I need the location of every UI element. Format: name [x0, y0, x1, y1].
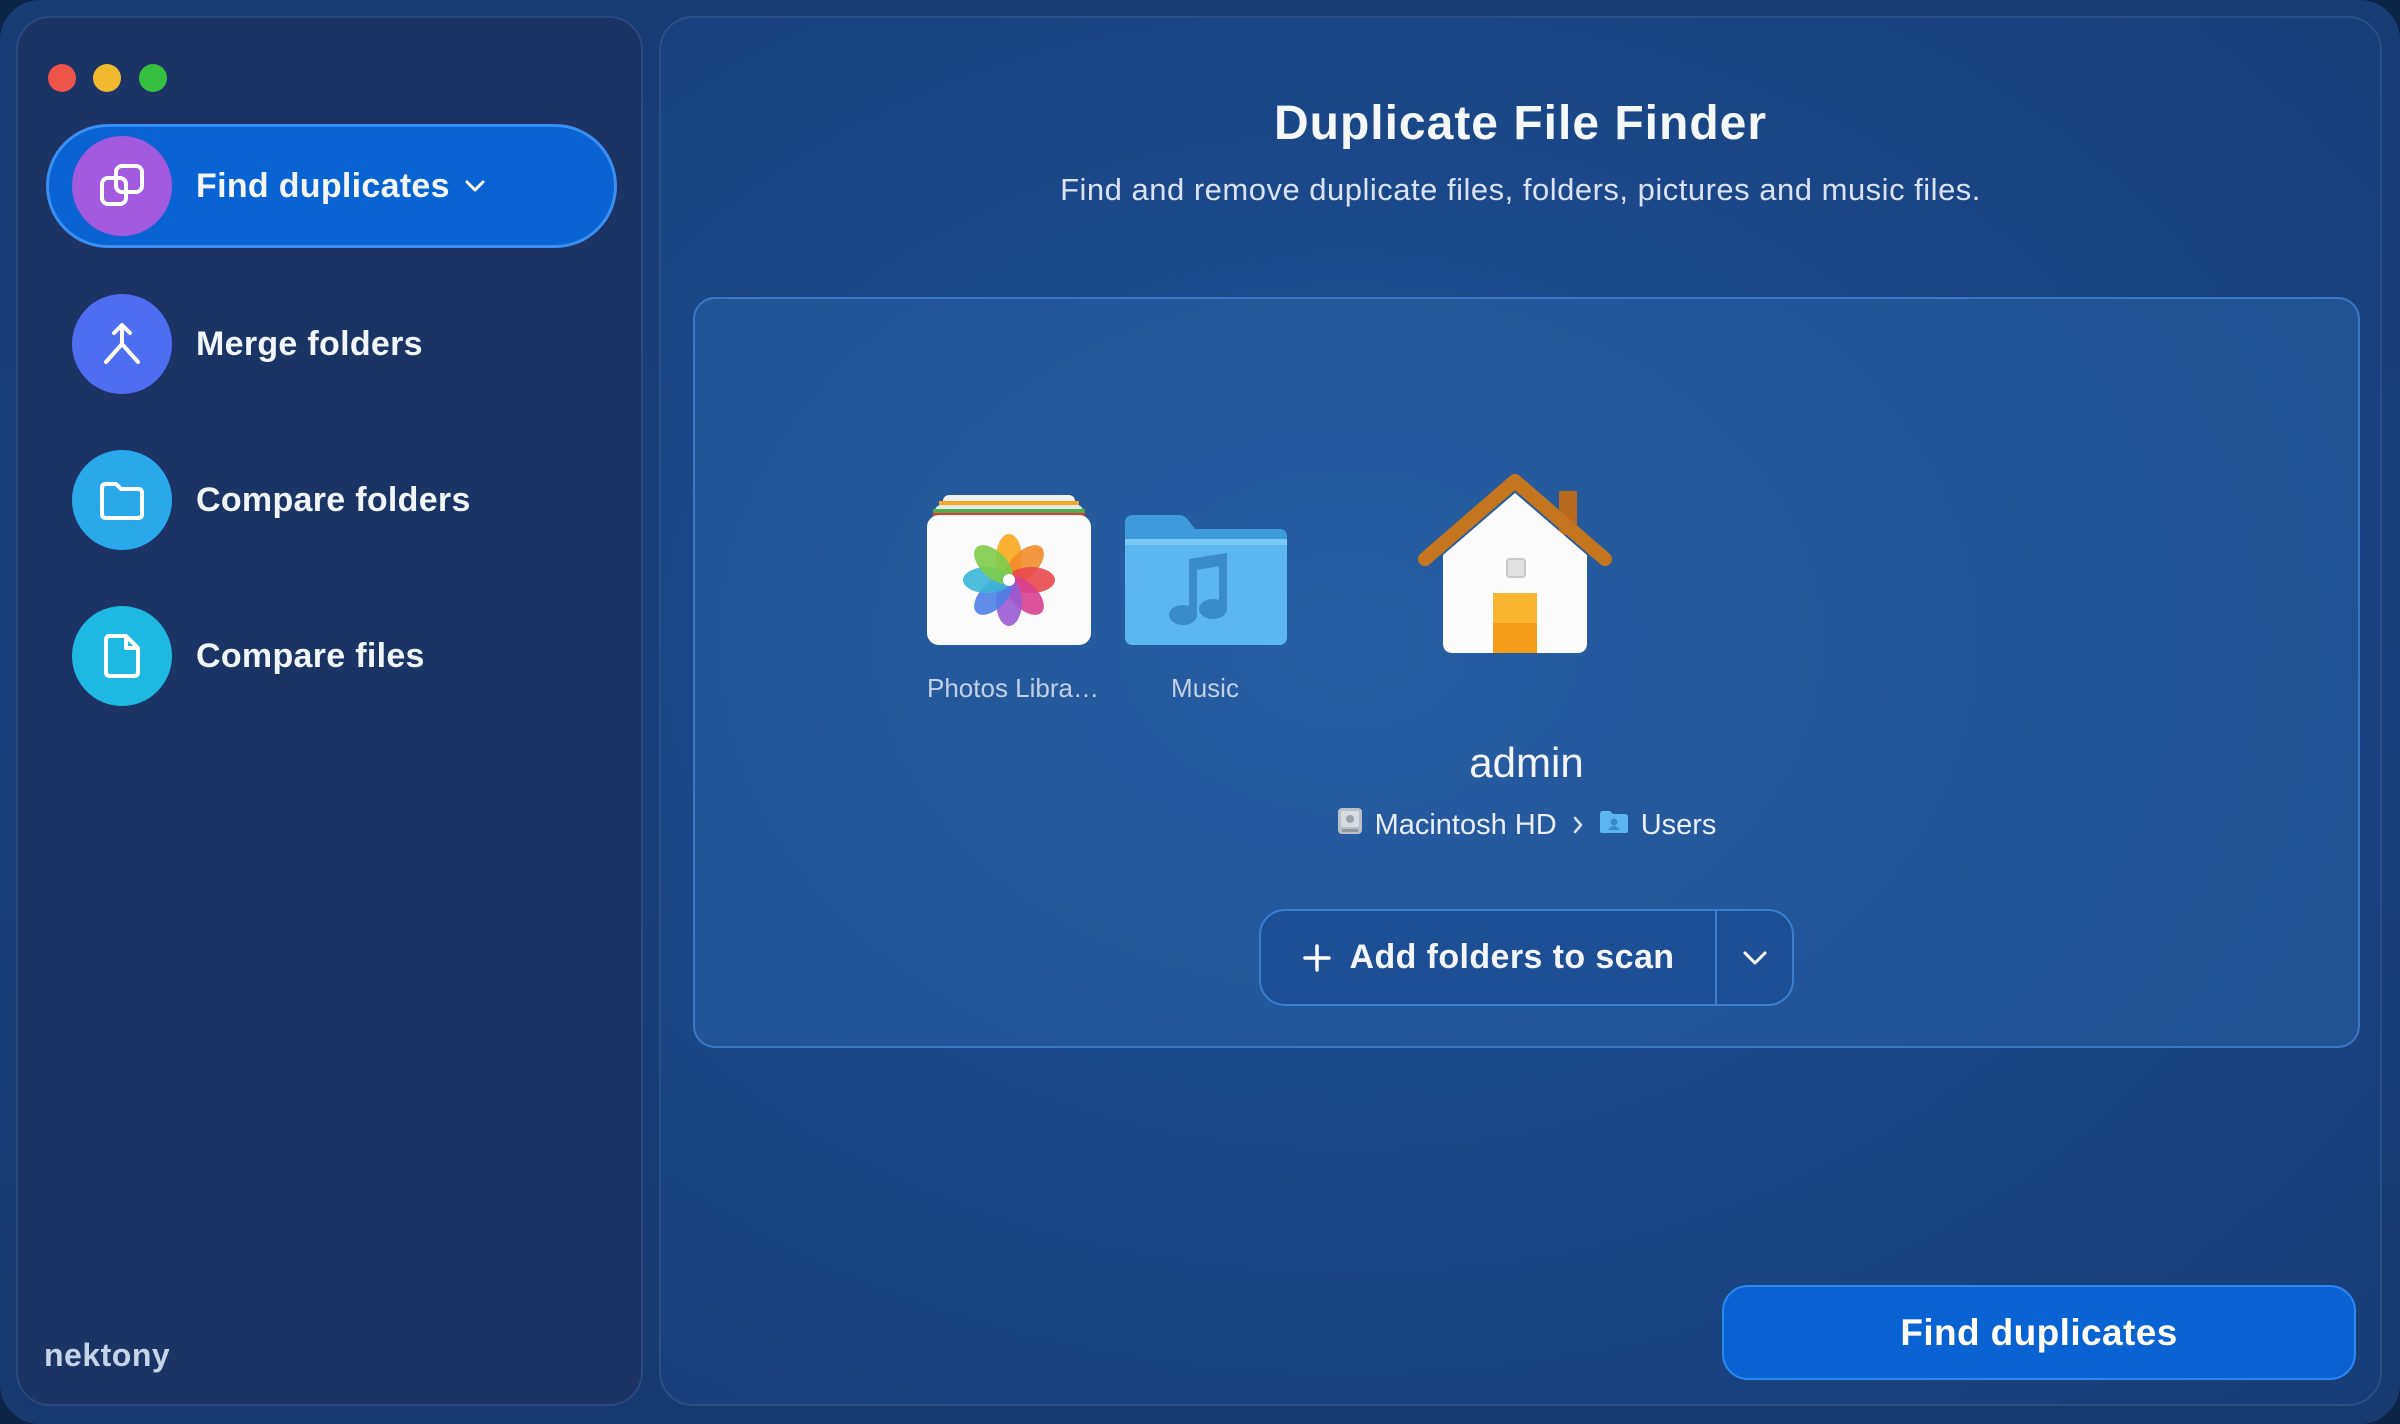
close-window-button[interactable] [48, 64, 76, 92]
chevron-down-icon [1741, 949, 1769, 967]
merge-icon [72, 294, 172, 394]
folder-caption: Photos Libra… [927, 673, 1099, 703]
music-folder-icon [1121, 513, 1291, 647]
folder-caption: Music [1171, 673, 1239, 703]
breadcrumb-label: Macintosh HD [1374, 808, 1557, 841]
sidebar-item-label: Compare folders [196, 480, 471, 519]
folder-item-music[interactable]: Music [1095, 495, 1315, 715]
add-folders-label: Add folders to scan [1349, 938, 1675, 976]
sidebar-item-compare-folders[interactable]: Compare folders [46, 438, 617, 562]
sidebar-item-merge-folders[interactable]: Merge folders [46, 282, 617, 406]
folder-item-photos[interactable]: Photos Libra… [903, 495, 1123, 715]
page-subtitle: Find and remove duplicate files, folders… [1060, 172, 1981, 207]
zoom-window-button[interactable] [139, 64, 167, 92]
sidebar-item-label: Find duplicates [196, 166, 450, 205]
breadcrumb: Macintosh HD Users [695, 807, 2358, 843]
scan-panel: Photos Libra… Music admin Macintosh HD U… [693, 297, 2360, 1048]
hard-drive-icon [1337, 807, 1363, 843]
breadcrumb-item[interactable]: Users [1599, 808, 1717, 842]
copy-icon [72, 136, 172, 236]
scan-target-name: admin [1469, 739, 1584, 786]
photos-library-icon [923, 495, 1095, 647]
app-window: Find duplicates Merge folders Compare fo… [0, 0, 2400, 1424]
minimize-window-button[interactable] [93, 64, 121, 92]
sidebar-item-label: Merge folders [196, 324, 423, 363]
sidebar-item-find-duplicates[interactable]: Find duplicates [46, 124, 617, 248]
file-icon [72, 606, 172, 706]
add-folders-dropdown-button[interactable] [1717, 911, 1792, 1004]
breadcrumb-item[interactable]: Macintosh HD [1337, 807, 1557, 843]
folder-icon [72, 450, 172, 550]
folder-item-home[interactable] [1415, 463, 1615, 663]
brand-logo: nektony [44, 1337, 171, 1373]
plus-icon [1302, 943, 1332, 973]
breadcrumb-label: Users [1640, 808, 1717, 841]
find-duplicates-button[interactable]: Find duplicates [1722, 1285, 2356, 1380]
home-folder-icon [1415, 463, 1615, 663]
page-title: Duplicate File Finder [1273, 97, 1768, 150]
sidebar-item-label: Compare files [196, 636, 425, 675]
chevron-right-icon [1571, 815, 1585, 835]
add-folders-split-button: Add folders to scan [1259, 909, 1794, 1006]
chevron-down-icon[interactable] [464, 179, 486, 193]
users-folder-icon [1599, 809, 1629, 842]
sidebar: Find duplicates Merge folders Compare fo… [16, 16, 643, 1406]
main-content: Duplicate File Finder Find and remove du… [659, 16, 2382, 1406]
add-folders-button[interactable]: Add folders to scan [1261, 911, 1715, 1004]
sidebar-item-compare-files[interactable]: Compare files [46, 594, 617, 718]
